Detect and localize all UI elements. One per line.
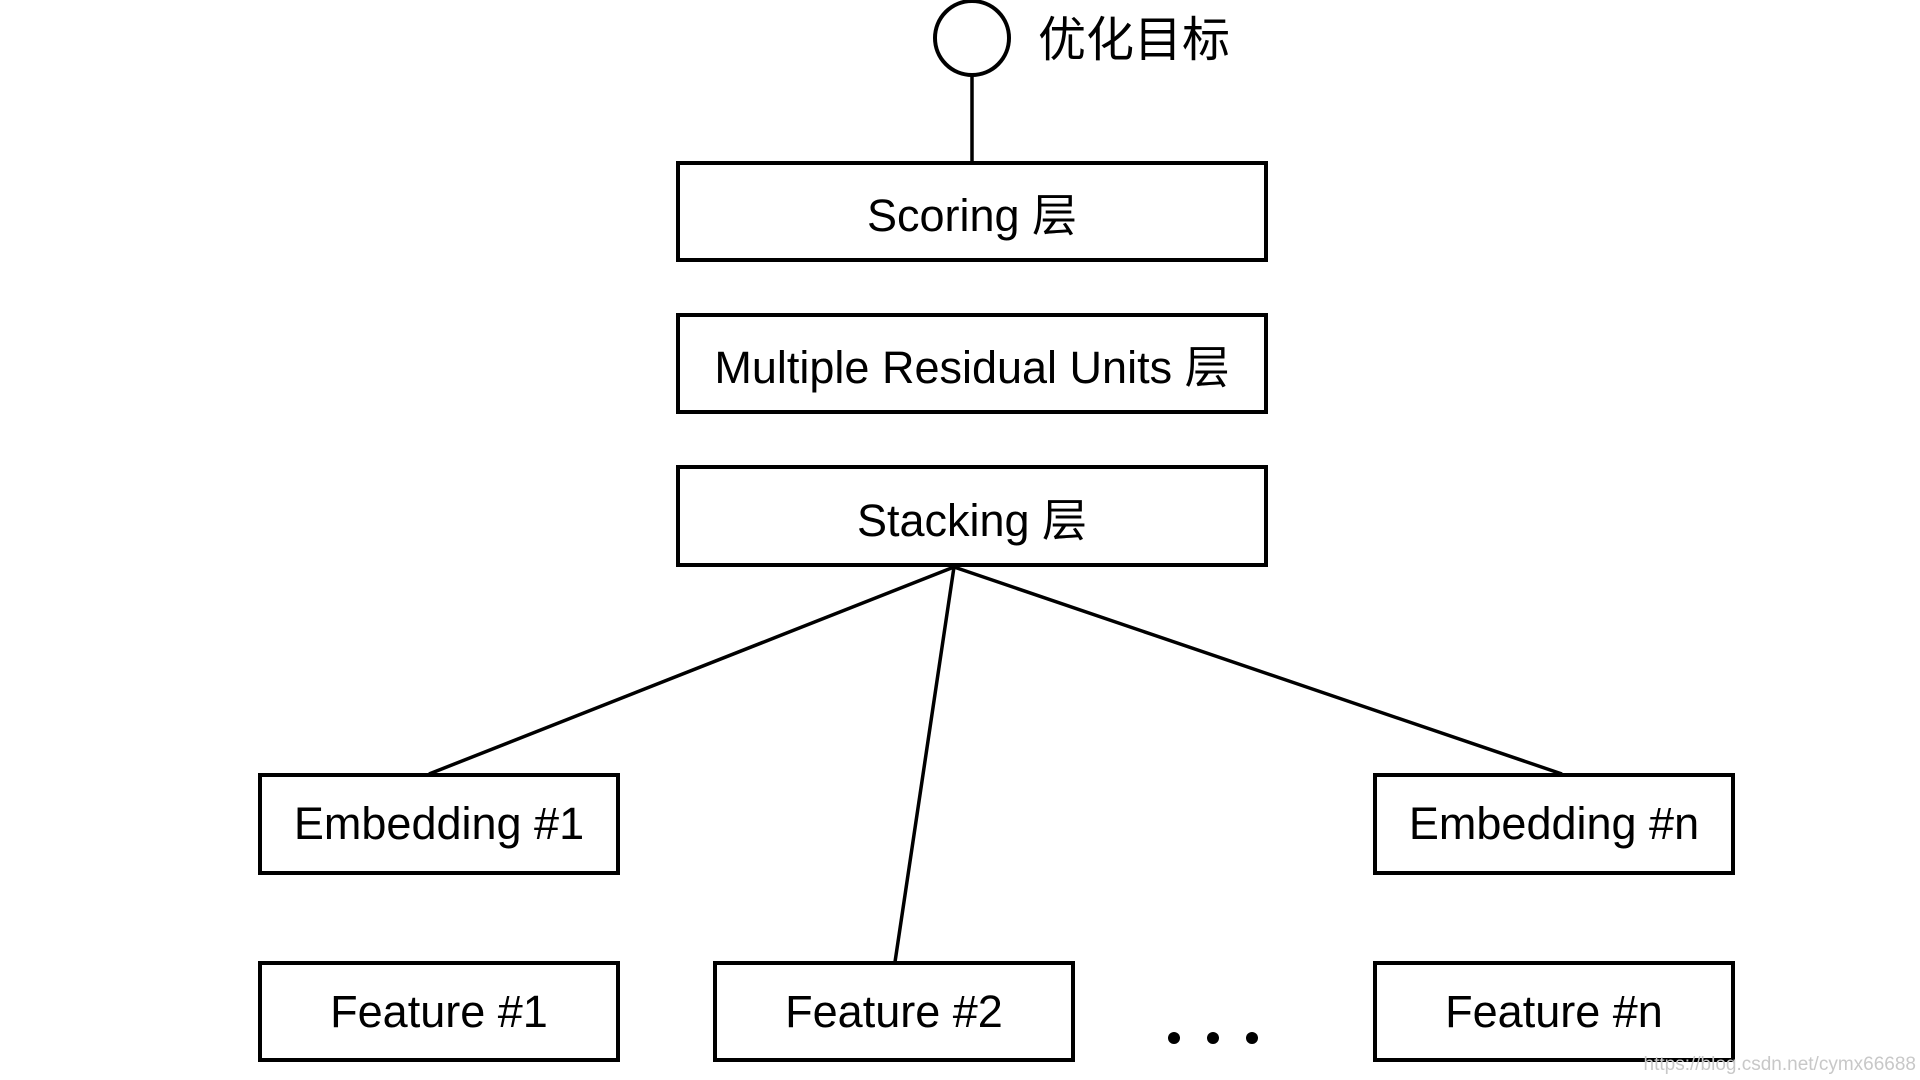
scoring-layer-box: Scoring 层 bbox=[676, 161, 1268, 262]
embedding-n-box: Embedding #n bbox=[1373, 773, 1735, 875]
feature-2-box: Feature #2 bbox=[713, 961, 1075, 1062]
feature-1-label: Feature #1 bbox=[330, 985, 548, 1037]
edge-stacking-embedding-1 bbox=[428, 565, 955, 776]
watermark: https://blog.csdn.net/cymx66688 bbox=[1643, 1054, 1917, 1075]
embedding-1-box: Embedding #1 bbox=[258, 773, 620, 875]
scoring-layer-label: Scoring 层 bbox=[866, 190, 1078, 241]
edge-stacking-feature-2 bbox=[893, 566, 956, 963]
stacking-layer-label: Stacking 层 bbox=[856, 494, 1088, 546]
goal-circle-icon bbox=[933, 0, 1011, 77]
feature-2-label: Feature #2 bbox=[785, 985, 1003, 1037]
feature-1-box: Feature #1 bbox=[258, 961, 620, 1062]
ellipsis-dot bbox=[1246, 1032, 1258, 1044]
embedding-n-label: Embedding #n bbox=[1408, 798, 1700, 849]
ellipsis-dot bbox=[1168, 1032, 1180, 1044]
edge-stacking-embedding-n bbox=[953, 565, 1563, 776]
mru-layer-box: Multiple Residual Units 层 bbox=[676, 313, 1268, 414]
ellipsis-dot bbox=[1207, 1032, 1219, 1044]
goal-label: 优化目标 bbox=[1038, 12, 1231, 68]
stacking-layer-box: Stacking 层 bbox=[676, 465, 1268, 567]
feature-n-box: Feature #n bbox=[1373, 961, 1735, 1062]
ellipsis-icon bbox=[1168, 1024, 1258, 1052]
feature-n-label: Feature #n bbox=[1445, 985, 1663, 1037]
embedding-1-label: Embedding #1 bbox=[293, 798, 585, 849]
mru-layer-label: Multiple Residual Units 层 bbox=[714, 342, 1230, 393]
